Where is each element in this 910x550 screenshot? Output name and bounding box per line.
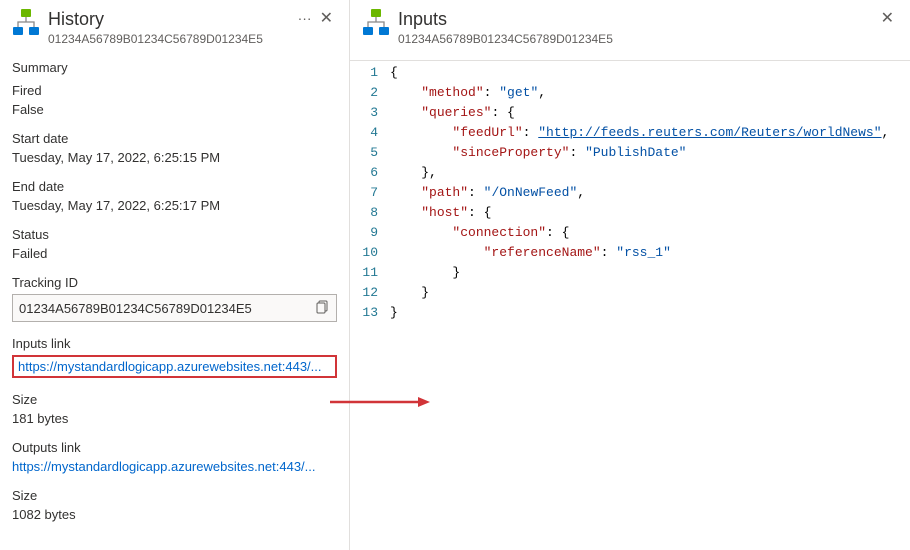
fired-label: Fired <box>12 83 337 98</box>
summary-heading: Summary <box>12 60 337 75</box>
status-value: Failed <box>12 246 337 261</box>
inputs-header: Inputs 01234A56789B01234C56789D01234E5 ✕ <box>350 8 910 46</box>
inputs-link[interactable]: https://mystandardlogicapp.azurewebsites… <box>18 359 331 374</box>
tracking-id-input[interactable] <box>19 301 316 316</box>
inputs-subtitle: 01234A56789B01234C56789D01234E5 <box>398 32 877 46</box>
start-date-value: Tuesday, May 17, 2022, 6:25:15 PM <box>12 150 337 165</box>
history-header: History 01234A56789B01234C56789D01234E5 … <box>12 8 337 46</box>
fired-value: False <box>12 102 337 117</box>
more-button[interactable]: ··· <box>294 10 316 26</box>
close-history-button[interactable]: ✕ <box>316 8 337 30</box>
end-date-label: End date <box>12 179 337 194</box>
inputs-size-value: 181 bytes <box>12 411 337 426</box>
inputs-link-highlight: https://mystandardlogicapp.azurewebsites… <box>12 355 337 378</box>
line-gutter: 12345678910111213 <box>350 63 390 550</box>
tracking-id-label: Tracking ID <box>12 275 337 290</box>
workflow-icon <box>12 8 40 36</box>
history-subtitle: 01234A56789B01234C56789D01234E5 <box>48 32 294 46</box>
inputs-title: Inputs <box>398 8 877 30</box>
code-content: { "method": "get", "queries": { "feedUrl… <box>390 63 910 550</box>
status-label: Status <box>12 227 337 242</box>
end-date-value: Tuesday, May 17, 2022, 6:25:17 PM <box>12 198 337 213</box>
history-panel: History 01234A56789B01234C56789D01234E5 … <box>0 0 350 550</box>
inputs-size-label: Size <box>12 392 337 407</box>
tracking-id-box <box>12 294 337 322</box>
history-title: History <box>48 8 294 30</box>
outputs-link-label: Outputs link <box>12 440 337 455</box>
copy-icon[interactable] <box>316 300 330 317</box>
close-inputs-button[interactable]: ✕ <box>877 8 898 30</box>
outputs-size-label: Size <box>12 488 337 503</box>
inputs-panel: Inputs 01234A56789B01234C56789D01234E5 ✕… <box>350 0 910 550</box>
inputs-link-label: Inputs link <box>12 336 337 351</box>
outputs-size-value: 1082 bytes <box>12 507 337 522</box>
json-editor[interactable]: 12345678910111213 { "method": "get", "qu… <box>350 60 910 550</box>
start-date-label: Start date <box>12 131 337 146</box>
workflow-icon <box>362 8 390 36</box>
outputs-link[interactable]: https://mystandardlogicapp.azurewebsites… <box>12 459 316 474</box>
